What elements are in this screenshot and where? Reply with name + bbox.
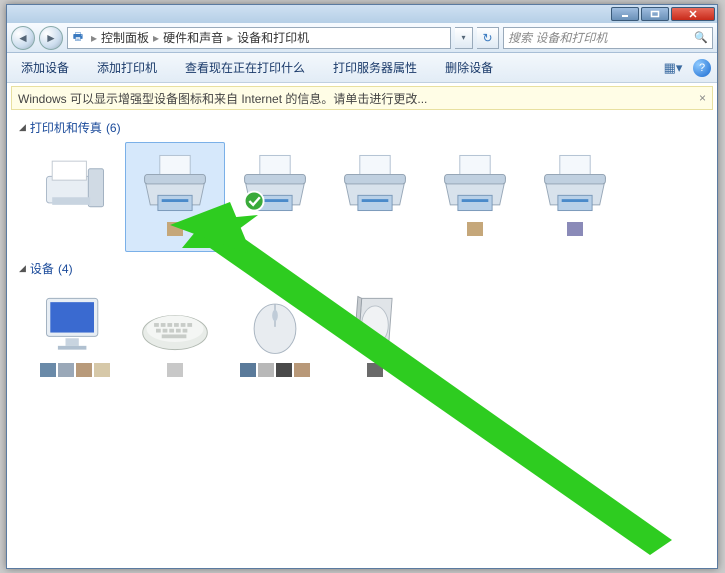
swatch — [167, 363, 183, 377]
device-item-printer[interactable] — [325, 142, 425, 252]
mouse-icon — [235, 288, 315, 360]
breadcrumb-item[interactable]: 控制面板 — [100, 29, 150, 46]
device-item-printer-default[interactable] — [225, 142, 325, 252]
help-button[interactable]: ? — [693, 59, 711, 77]
swatches — [367, 363, 383, 377]
view-options-button[interactable]: ▦▾ — [661, 56, 685, 80]
group-count: (6) — [106, 121, 121, 135]
chevron-right-icon: ▸ — [88, 31, 100, 45]
toolbar-view-queue[interactable]: 查看现在正在打印什么 — [171, 53, 319, 82]
swatch — [567, 222, 583, 236]
search-placeholder: 搜索 设备和打印机 — [508, 29, 607, 46]
chevron-right-icon: ▸ — [150, 31, 162, 45]
device-item-monitor[interactable] — [25, 283, 125, 393]
group-label: 设备 — [30, 260, 54, 277]
printer-icon — [235, 147, 315, 219]
minimize-button[interactable] — [611, 7, 639, 21]
breadcrumb-item[interactable]: 设备和打印机 — [236, 29, 310, 46]
infobar-close-icon[interactable]: × — [699, 91, 706, 105]
group-label: 打印机和传真 — [30, 119, 102, 136]
swatch — [276, 363, 292, 377]
nav-back-button[interactable]: ◄ — [11, 26, 35, 50]
search-icon: 🔍 — [694, 31, 708, 44]
content-area: ◢ 打印机和传真 (6) — [7, 111, 717, 568]
chevron-right-icon: ▸ — [224, 31, 236, 45]
device-item-mouse[interactable] — [225, 283, 325, 393]
swatches — [567, 222, 583, 236]
device-item-printer[interactable] — [525, 142, 625, 252]
swatches — [240, 363, 310, 377]
group-header-printers[interactable]: ◢ 打印机和传真 (6) — [19, 119, 707, 136]
device-item-printer-selected[interactable] — [125, 142, 225, 252]
maximize-button[interactable] — [641, 7, 669, 21]
toolbar-add-printer[interactable]: 添加打印机 — [83, 53, 171, 82]
toolbar: 添加设备 添加打印机 查看现在正在打印什么 打印服务器属性 删除设备 ▦▾ ? — [7, 53, 717, 83]
swatch — [467, 222, 483, 236]
toolbar-add-device[interactable]: 添加设备 — [7, 53, 83, 82]
infobar-text: Windows 可以显示增强型设备图标和来自 Internet 的信息。请单击进… — [18, 90, 427, 107]
swatch — [240, 363, 256, 377]
collapse-icon: ◢ — [19, 122, 26, 133]
device-item-fax[interactable] — [25, 142, 125, 252]
explorer-window: ◄ ► 🖶 ▸ 控制面板 ▸ 硬件和声音 ▸ 设备和打印机 ▾ ↻ 搜索 设备和… — [6, 4, 718, 569]
swatch — [258, 363, 274, 377]
close-button[interactable] — [671, 7, 715, 21]
swatches — [167, 363, 183, 377]
disk-icon — [335, 288, 415, 360]
devices-grid — [25, 283, 707, 393]
printer-icon — [135, 147, 215, 219]
devices-icon: 🖶 — [68, 29, 88, 47]
swatches — [40, 363, 110, 377]
nav-forward-button[interactable]: ► — [39, 26, 63, 50]
collapse-icon: ◢ — [19, 263, 26, 274]
group-header-devices[interactable]: ◢ 设备 (4) — [19, 260, 707, 277]
search-input[interactable]: 搜索 设备和打印机 🔍 — [503, 27, 713, 49]
swatch — [58, 363, 74, 377]
swatch — [367, 363, 383, 377]
device-item-printer[interactable] — [425, 142, 525, 252]
group-count: (4) — [58, 262, 73, 276]
swatch — [294, 363, 310, 377]
fax-icon — [35, 147, 115, 219]
monitor-icon — [35, 288, 115, 360]
toolbar-remove-device[interactable]: 删除设备 — [431, 53, 507, 82]
navbar: ◄ ► 🖶 ▸ 控制面板 ▸ 硬件和声音 ▸ 设备和打印机 ▾ ↻ 搜索 设备和… — [7, 23, 717, 53]
address-dropdown[interactable]: ▾ — [455, 27, 473, 49]
refresh-button[interactable]: ↻ — [477, 27, 499, 49]
device-item-keyboard[interactable] — [125, 283, 225, 393]
swatch — [167, 222, 183, 236]
breadcrumb-item[interactable]: 硬件和声音 — [162, 29, 224, 46]
titlebar — [7, 5, 717, 23]
address-bar[interactable]: 🖶 ▸ 控制面板 ▸ 硬件和声音 ▸ 设备和打印机 — [67, 27, 451, 49]
printer-icon — [435, 147, 515, 219]
printers-grid — [25, 142, 707, 252]
device-item-disk[interactable] — [325, 283, 425, 393]
swatch — [40, 363, 56, 377]
printer-icon — [535, 147, 615, 219]
printer-icon — [335, 147, 415, 219]
swatches — [467, 222, 483, 236]
infobar[interactable]: Windows 可以显示增强型设备图标和来自 Internet 的信息。请单击进… — [11, 86, 713, 110]
keyboard-icon — [135, 288, 215, 360]
swatch — [94, 363, 110, 377]
swatch — [76, 363, 92, 377]
toolbar-server-props[interactable]: 打印服务器属性 — [319, 53, 431, 82]
